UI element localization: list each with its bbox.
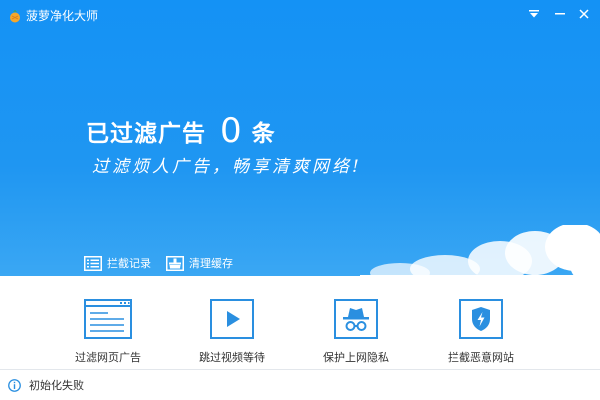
feature-skip-video-wait[interactable]: 跳过视频等待 <box>172 297 292 367</box>
play-icon <box>210 299 254 339</box>
clear-cache-label: 清理缓存 <box>189 257 233 270</box>
list-icon <box>84 255 102 271</box>
headline-prefix: 已过滤广告 <box>86 121 206 147</box>
feature-label: 拦截恶意网站 <box>448 351 514 364</box>
feature-label: 跳过视频等待 <box>199 351 265 364</box>
slogan: 过滤烦人广告，畅享清爽网络! <box>92 157 362 177</box>
close-icon <box>579 9 589 19</box>
block-log-link[interactable]: 拦截记录 <box>84 254 151 272</box>
feature-filter-web-ads[interactable]: 过滤网页广告 <box>48 297 168 367</box>
minimize-button[interactable] <box>550 5 570 23</box>
hero-banner: 菠萝净化大师 已过滤广告 0 条 过滤烦人广告，畅享清爽网络! 拦截记录 清理缓… <box>0 0 600 276</box>
feature-panel: 过滤网页广告 跳过视频等待 保护上网隐私 拦截恶意网站 <box>0 276 600 370</box>
filtered-count: 0 <box>220 111 242 151</box>
feature-label: 过滤网页广告 <box>75 351 141 364</box>
app-logo <box>10 10 20 23</box>
incognito-icon <box>334 299 378 339</box>
headline-unit: 条 <box>251 121 275 147</box>
close-button[interactable] <box>574 5 594 23</box>
menu-button[interactable] <box>524 5 544 23</box>
clouds-decoration <box>360 225 600 276</box>
block-log-label: 拦截记录 <box>107 257 151 270</box>
status-bar: 初始化失败 <box>0 370 600 400</box>
clean-icon <box>166 255 184 271</box>
webpage-icon <box>84 299 132 339</box>
app-title: 菠萝净化大师 <box>26 9 99 23</box>
info-icon <box>8 378 21 392</box>
clear-cache-link[interactable]: 清理缓存 <box>166 254 233 272</box>
filtered-headline: 已过滤广告 0 条 <box>86 113 275 149</box>
shield-icon <box>459 299 503 339</box>
feature-block-malicious-sites[interactable]: 拦截恶意网站 <box>421 297 541 367</box>
title-bar: 菠萝净化大师 <box>0 0 600 30</box>
feature-protect-privacy[interactable]: 保护上网隐私 <box>296 297 416 367</box>
minimize-icon <box>555 13 565 15</box>
menu-icon <box>529 10 539 18</box>
status-text: 初始化失败 <box>29 379 84 392</box>
feature-label: 保护上网隐私 <box>323 351 389 364</box>
